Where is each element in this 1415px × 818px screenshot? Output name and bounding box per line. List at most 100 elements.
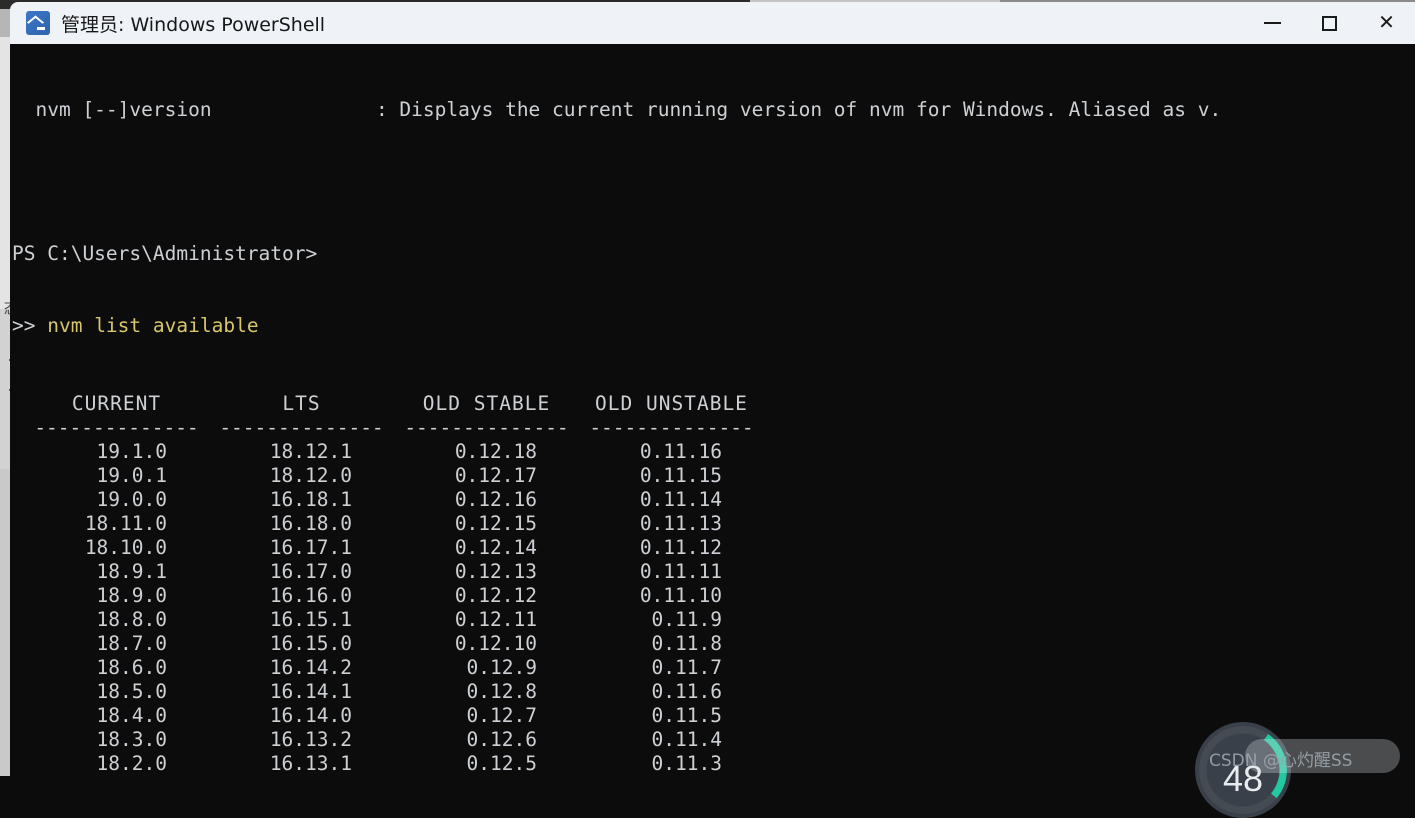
table-cell: 0.11.8: [579, 632, 764, 656]
table-cell: 0.12.16: [394, 488, 579, 512]
table-cell: 0.12.8: [394, 680, 579, 704]
command-text: nvm list available: [47, 314, 258, 337]
column-header-lts: LTS: [209, 392, 394, 416]
window-titlebar[interactable]: 管理员: Windows PowerShell ✕: [10, 2, 1415, 44]
table-cell: 16.15.0: [209, 632, 394, 656]
table-cell: 16.17.0: [209, 560, 394, 584]
header-separator: --------------: [24, 416, 209, 440]
table-cell: 16.14.2: [209, 656, 394, 680]
powershell-icon: [26, 11, 50, 35]
table-row: 18.9.116.17.00.12.130.11.11: [24, 560, 764, 584]
table-cell: 18.3.0: [24, 728, 209, 752]
table-cell: 0.11.14: [579, 488, 764, 512]
table-cell: 18.7.0: [24, 632, 209, 656]
table-cell: 0.11.3: [579, 752, 764, 776]
close-button[interactable]: ✕: [1358, 2, 1415, 44]
terminal-text-buffer: nvm [--]version : Displays the current r…: [10, 50, 1415, 386]
table-row: 18.7.016.15.00.12.100.11.8: [24, 632, 764, 656]
table-cell: 0.12.15: [394, 512, 579, 536]
table-cell: 0.11.11: [579, 560, 764, 584]
maximize-icon: [1322, 16, 1337, 31]
nvm-versions-table: CURRENT LTS OLD STABLE OLD UNSTABLE ----…: [24, 392, 764, 776]
table-cell: 18.9.0: [24, 584, 209, 608]
table-cell: 0.12.14: [394, 536, 579, 560]
header-separator: --------------: [209, 416, 394, 440]
table-row: 18.6.016.14.20.12.90.11.7: [24, 656, 764, 680]
table-cell: 18.6.0: [24, 656, 209, 680]
table-row: 18.9.016.16.00.12.120.11.10: [24, 584, 764, 608]
table-cell: 0.12.12: [394, 584, 579, 608]
table-cell: 0.12.9: [394, 656, 579, 680]
table-cell: 0.12.13: [394, 560, 579, 584]
table-cell: 18.9.1: [24, 560, 209, 584]
table-cell: 19.1.0: [24, 440, 209, 464]
csdn-watermark: CSDN @心灼醒SS: [1209, 746, 1352, 771]
column-header-current: CURRENT: [24, 392, 209, 416]
continuation-prompt: >>: [12, 314, 47, 337]
table-cell: 18.11.0: [24, 512, 209, 536]
table-cell: 16.18.0: [209, 512, 394, 536]
table-row: 18.4.016.14.00.12.70.11.5: [24, 704, 764, 728]
table-cell: 16.17.1: [209, 536, 394, 560]
table-header-row: CURRENT LTS OLD STABLE OLD UNSTABLE: [24, 392, 764, 416]
table-cell: 0.11.9: [579, 608, 764, 632]
window-controls: ✕: [1244, 2, 1415, 44]
table-cell: 0.12.10: [394, 632, 579, 656]
table-cell: 16.14.1: [209, 680, 394, 704]
table-row: 19.0.016.18.10.12.160.11.14: [24, 488, 764, 512]
table-cell: 19.0.1: [24, 464, 209, 488]
table-cell: 16.13.2: [209, 728, 394, 752]
column-header-old-stable: OLD STABLE: [394, 392, 579, 416]
table-row: 18.8.016.15.10.12.110.11.9: [24, 608, 764, 632]
window-title: 管理员: Windows PowerShell: [61, 10, 325, 37]
powershell-window: 管理员: Windows PowerShell ✕ nvm [--]versio…: [10, 2, 1415, 776]
terminal-prompt-1: PS C:\Users\Administrator>: [12, 242, 1415, 266]
table-cell: 0.11.12: [579, 536, 764, 560]
table-cell: 18.5.0: [24, 680, 209, 704]
table-cell: 0.11.15: [579, 464, 764, 488]
table-cell: 0.12.5: [394, 752, 579, 776]
table-cell: 16.16.0: [209, 584, 394, 608]
table-cell: 0.11.7: [579, 656, 764, 680]
table-cell: 0.11.4: [579, 728, 764, 752]
close-icon: ✕: [1378, 13, 1395, 33]
table-cell: 0.12.6: [394, 728, 579, 752]
table-cell: 16.14.0: [209, 704, 394, 728]
table-cell: 18.10.0: [24, 536, 209, 560]
table-cell: 16.15.1: [209, 608, 394, 632]
table-cell: 19.0.0: [24, 488, 209, 512]
table-cell: 18.8.0: [24, 608, 209, 632]
table-cell: 0.12.18: [394, 440, 579, 464]
maximize-button[interactable]: [1301, 2, 1358, 44]
column-header-old-unstable: OLD UNSTABLE: [579, 392, 764, 416]
table-cell: 0.12.11: [394, 608, 579, 632]
table-cell: 0.12.7: [394, 704, 579, 728]
table-cell: 0.12.17: [394, 464, 579, 488]
table-row: 19.0.118.12.00.12.170.11.15: [24, 464, 764, 488]
table-row: 18.11.016.18.00.12.150.11.13: [24, 512, 764, 536]
table-row: 18.3.016.13.20.12.60.11.4: [24, 728, 764, 752]
table-cell: 0.11.13: [579, 512, 764, 536]
table-cell: 0.11.6: [579, 680, 764, 704]
table-cell: 18.12.0: [209, 464, 394, 488]
terminal-line-help: nvm [--]version : Displays the current r…: [12, 98, 1415, 122]
terminal-output-area[interactable]: nvm [--]version : Displays the current r…: [10, 44, 1415, 776]
table-body: 19.1.018.12.10.12.180.11.1619.0.118.12.0…: [24, 440, 764, 776]
table-cell: 0.11.5: [579, 704, 764, 728]
table-cell: 18.12.1: [209, 440, 394, 464]
table-row: 18.5.016.14.10.12.80.11.6: [24, 680, 764, 704]
terminal-command-line: >> nvm list available: [12, 314, 1415, 338]
minimize-icon: [1264, 22, 1281, 24]
terminal-blank-line: [12, 170, 1415, 194]
table-cell: 16.13.1: [209, 752, 394, 776]
table-row: 18.2.016.13.10.12.50.11.3: [24, 752, 764, 776]
table-cell: 18.2.0: [24, 752, 209, 776]
table-row: 19.1.018.12.10.12.180.11.16: [24, 440, 764, 464]
table-header-separator-row: -------------- -------------- ----------…: [24, 416, 764, 440]
table-row: 18.10.016.17.10.12.140.11.12: [24, 536, 764, 560]
minimize-button[interactable]: [1244, 2, 1301, 44]
table-cell: 0.11.10: [579, 584, 764, 608]
table-cell: 16.18.1: [209, 488, 394, 512]
header-separator: --------------: [579, 416, 764, 440]
header-separator: --------------: [394, 416, 579, 440]
